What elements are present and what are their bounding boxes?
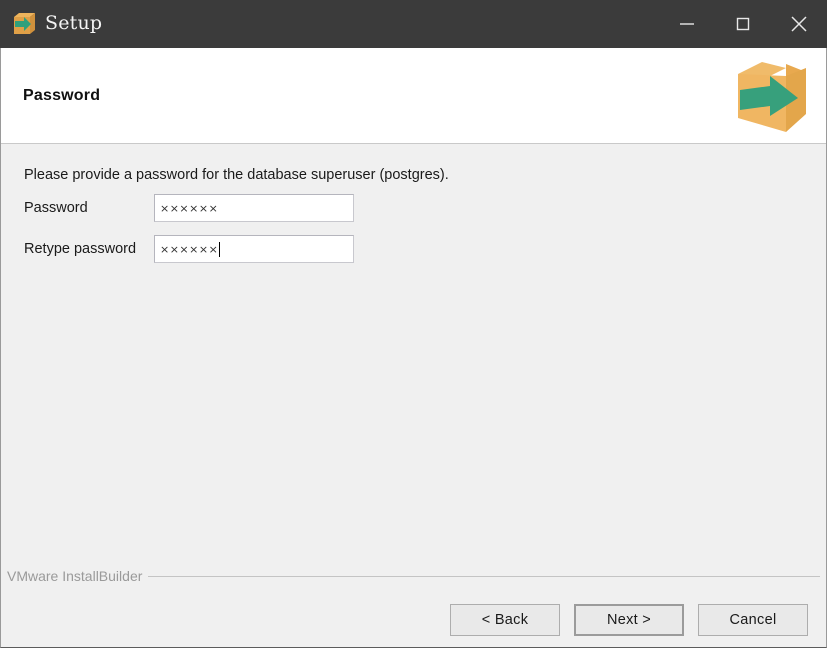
- password-input-value: ××××××: [160, 201, 219, 215]
- footer: VMware InstallBuilder < Back Next > Canc…: [1, 562, 826, 647]
- form-row-retype-password: Retype password ××××××: [24, 235, 354, 263]
- footer-divider: [148, 575, 820, 577]
- retype-password-label: Retype password: [24, 241, 137, 257]
- title-bar: Setup: [0, 0, 827, 48]
- text-caret: [219, 241, 221, 257]
- setup-window: Setup Password Please provide a password…: [0, 0, 827, 648]
- instruction-text: Please provide a password for the databa…: [24, 167, 449, 183]
- window-title: Setup: [45, 11, 103, 34]
- maximize-button[interactable]: [715, 0, 771, 48]
- content-area: Please provide a password for the databa…: [1, 144, 826, 562]
- window-controls: [659, 0, 827, 48]
- form-row-password: Password ××××××: [24, 194, 354, 222]
- installer-box-icon: [11, 11, 37, 37]
- back-button[interactable]: < Back: [450, 604, 560, 636]
- retype-password-input[interactable]: ××××××: [154, 235, 354, 263]
- password-label: Password: [24, 200, 88, 216]
- minimize-button[interactable]: [659, 0, 715, 48]
- cancel-button[interactable]: Cancel: [698, 604, 808, 636]
- close-button[interactable]: [771, 0, 827, 48]
- installer-box-logo: [728, 54, 812, 138]
- page-header: Password: [1, 48, 826, 144]
- password-input[interactable]: ××××××: [154, 194, 354, 222]
- retype-password-input-value: ××××××: [160, 242, 219, 256]
- page-title: Password: [23, 86, 101, 104]
- brand-line: VMware InstallBuilder: [7, 568, 820, 584]
- next-button[interactable]: Next >: [574, 604, 684, 636]
- password-form: Password ×××××× Retype password ××××××: [24, 194, 354, 276]
- button-bar: < Back Next > Cancel: [450, 604, 808, 636]
- brand-label: VMware InstallBuilder: [7, 568, 143, 584]
